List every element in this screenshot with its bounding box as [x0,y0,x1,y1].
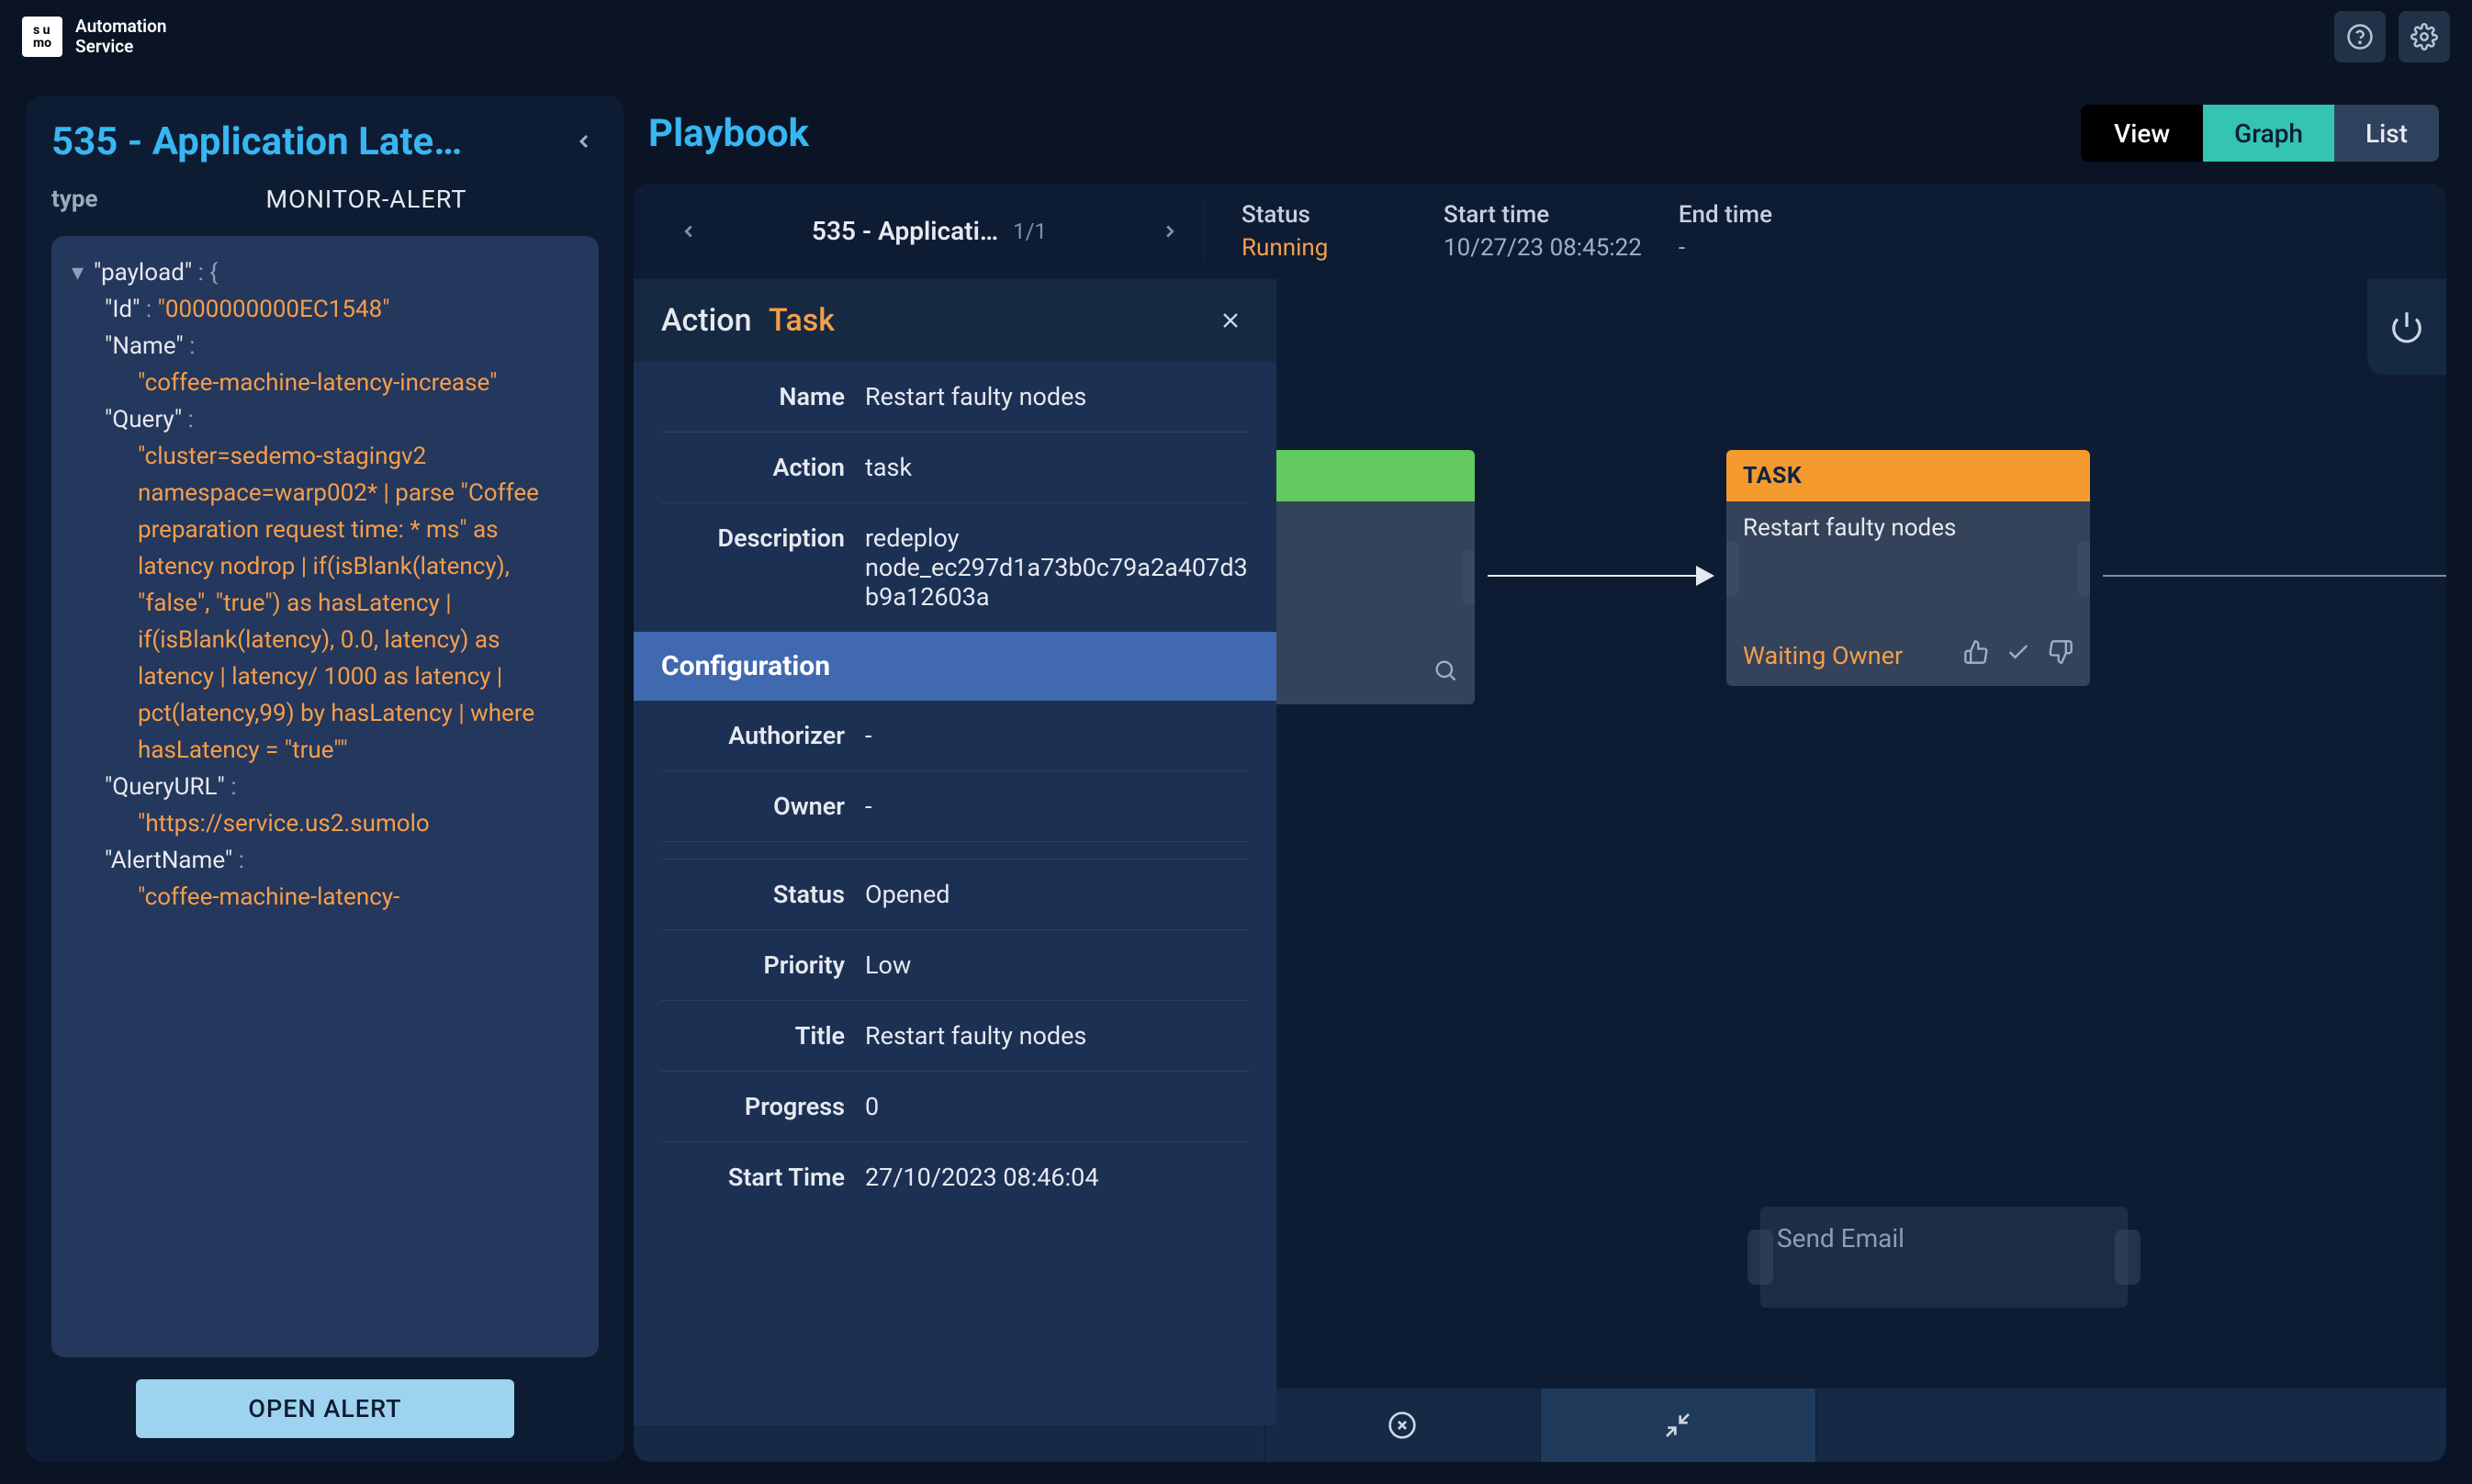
open-alert-button[interactable]: OPEN ALERT [136,1379,514,1438]
brand-text: Automation Service [75,17,166,57]
thumbs-up-icon[interactable] [1963,639,1989,671]
toolbar-close-icon[interactable] [1265,1388,1541,1462]
playbook-counter: 1/1 [1013,219,1047,244]
payload-json-viewer[interactable]: ▾"payload" : { "Id" : "0000000000EC1548"… [51,236,599,1357]
power-button[interactable] [2367,279,2446,375]
search-icon[interactable] [1433,658,1458,690]
check-icon[interactable] [2006,639,2031,671]
node-send-email[interactable]: Send Email [1760,1207,2128,1308]
playbook-name: 535 - Applicati… [812,216,998,246]
brand-logo: s umo [22,17,62,57]
view-label: View [2081,118,2203,149]
prev-playbook-button[interactable] [670,213,707,250]
gear-icon[interactable] [2399,11,2450,62]
thumbs-down-icon[interactable] [2048,639,2073,671]
view-list-tab[interactable]: List [2334,105,2439,162]
type-value: MONITOR-ALERT [134,185,599,214]
end-time-value: - [1679,234,1844,262]
status-value: Running [1242,234,1407,262]
close-panel-button[interactable] [1212,302,1249,339]
configuration-section: Configuration [634,632,1276,701]
start-time-label: Start time [1444,201,1642,229]
start-time-value: 10/27/23 08:45:22 [1444,234,1642,262]
view-toggle: View Graph List [2081,105,2439,162]
view-graph-tab[interactable]: Graph [2203,105,2334,162]
node-task-restart[interactable]: TASK Restart faulty nodes Waiting Owner [1726,450,2090,686]
help-icon[interactable] [2334,11,2386,62]
incident-title: 535 - Application Late… [51,119,599,164]
next-playbook-button[interactable] [1152,213,1188,250]
content-title: Playbook [648,111,809,156]
collapse-sidebar-button[interactable] [562,119,606,163]
end-time-label: End time [1679,201,1844,229]
type-label: type [51,186,116,213]
toolbar-slot-4[interactable] [1816,1388,2447,1462]
toolbar-collapse-icon[interactable] [1541,1388,1816,1462]
status-label: Status [1242,201,1407,229]
sidebar: 535 - Application Late… type MONITOR-ALE… [26,96,624,1462]
task-status: Waiting Owner [1743,641,1903,670]
action-detail-panel: Action Task NameRestart faulty nodes Act… [634,279,1276,1425]
